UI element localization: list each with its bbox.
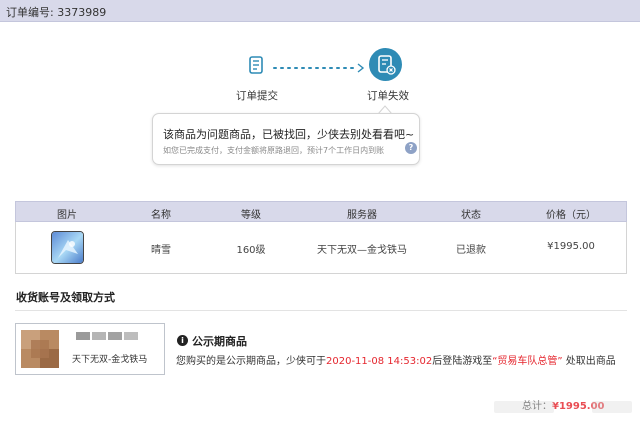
order-number: 订单编号: 3373989 (6, 6, 107, 19)
public-desc-suffix: 处取出商品 (562, 356, 616, 367)
column-header-name: 名称 (151, 210, 171, 221)
account-name-blurred (76, 332, 138, 340)
item-name: 晴雪 (151, 245, 171, 256)
document-x-icon (369, 48, 402, 81)
column-header-price: 价格（元） (546, 210, 596, 221)
item-price: ¥1995.00 (547, 241, 595, 252)
item-status: 已退款 (456, 245, 486, 256)
npc-name: “贸易车队总管” (492, 356, 563, 367)
column-header-status: 状态 (461, 210, 481, 221)
public-period-title: 公示期商品 (192, 335, 247, 348)
delivery-section-title: 收货账号及领取方式 (16, 291, 115, 304)
public-desc-middle: 后登陆游戏至 (432, 356, 493, 367)
item-thumbnail[interactable] (51, 231, 84, 264)
item-server: 天下无双—金戈铁马 (317, 245, 407, 256)
avatar (21, 330, 59, 368)
account-server: 天下无双-金戈铁马 (72, 355, 148, 365)
column-header-server: 服务器 (347, 210, 377, 221)
pickup-time: 2020-11-08 14:53:02 (326, 356, 433, 367)
table-row: 晴雪 160级 天下无双—金戈铁马 已退款 ¥1995.00 (15, 222, 627, 274)
public-period-description: 您购买的是公示期商品，少侠可于2020-11-08 14:53:02后登陆游戏至… (176, 352, 616, 367)
column-header-level: 等级 (241, 210, 261, 221)
item-level: 160级 (236, 245, 266, 256)
account-card: 天下无双-金戈铁马 (15, 323, 165, 375)
watermark-overlay (488, 392, 640, 424)
help-icon[interactable]: ? (405, 142, 417, 154)
notice-subtitle: 如您已完成支付，支付金额将原路退回，预计7个工作日内到账 (163, 146, 385, 155)
order-header: 订单编号: 3373989 (0, 0, 640, 22)
order-notice: 该商品为问题商品，已被找回，少侠去别处看看吧~ 如您已完成支付，支付金额将原路退… (152, 113, 420, 165)
notice-title: 该商品为问题商品，已被找回，少侠去别处看看吧~ (163, 128, 415, 141)
info-icon: i (177, 335, 188, 346)
items-table-header: 图片 名称 等级 服务器 状态 价格（元） (15, 201, 627, 222)
step-submitted-label: 订单提交 (236, 90, 278, 102)
document-icon (244, 53, 268, 77)
step-expired-label: 订单失效 (367, 90, 409, 102)
public-desc-prefix: 您购买的是公示期商品，少侠可于 (176, 356, 326, 367)
section-divider (15, 310, 627, 311)
progress-connector (272, 59, 366, 73)
column-header-image: 图片 (57, 210, 77, 221)
